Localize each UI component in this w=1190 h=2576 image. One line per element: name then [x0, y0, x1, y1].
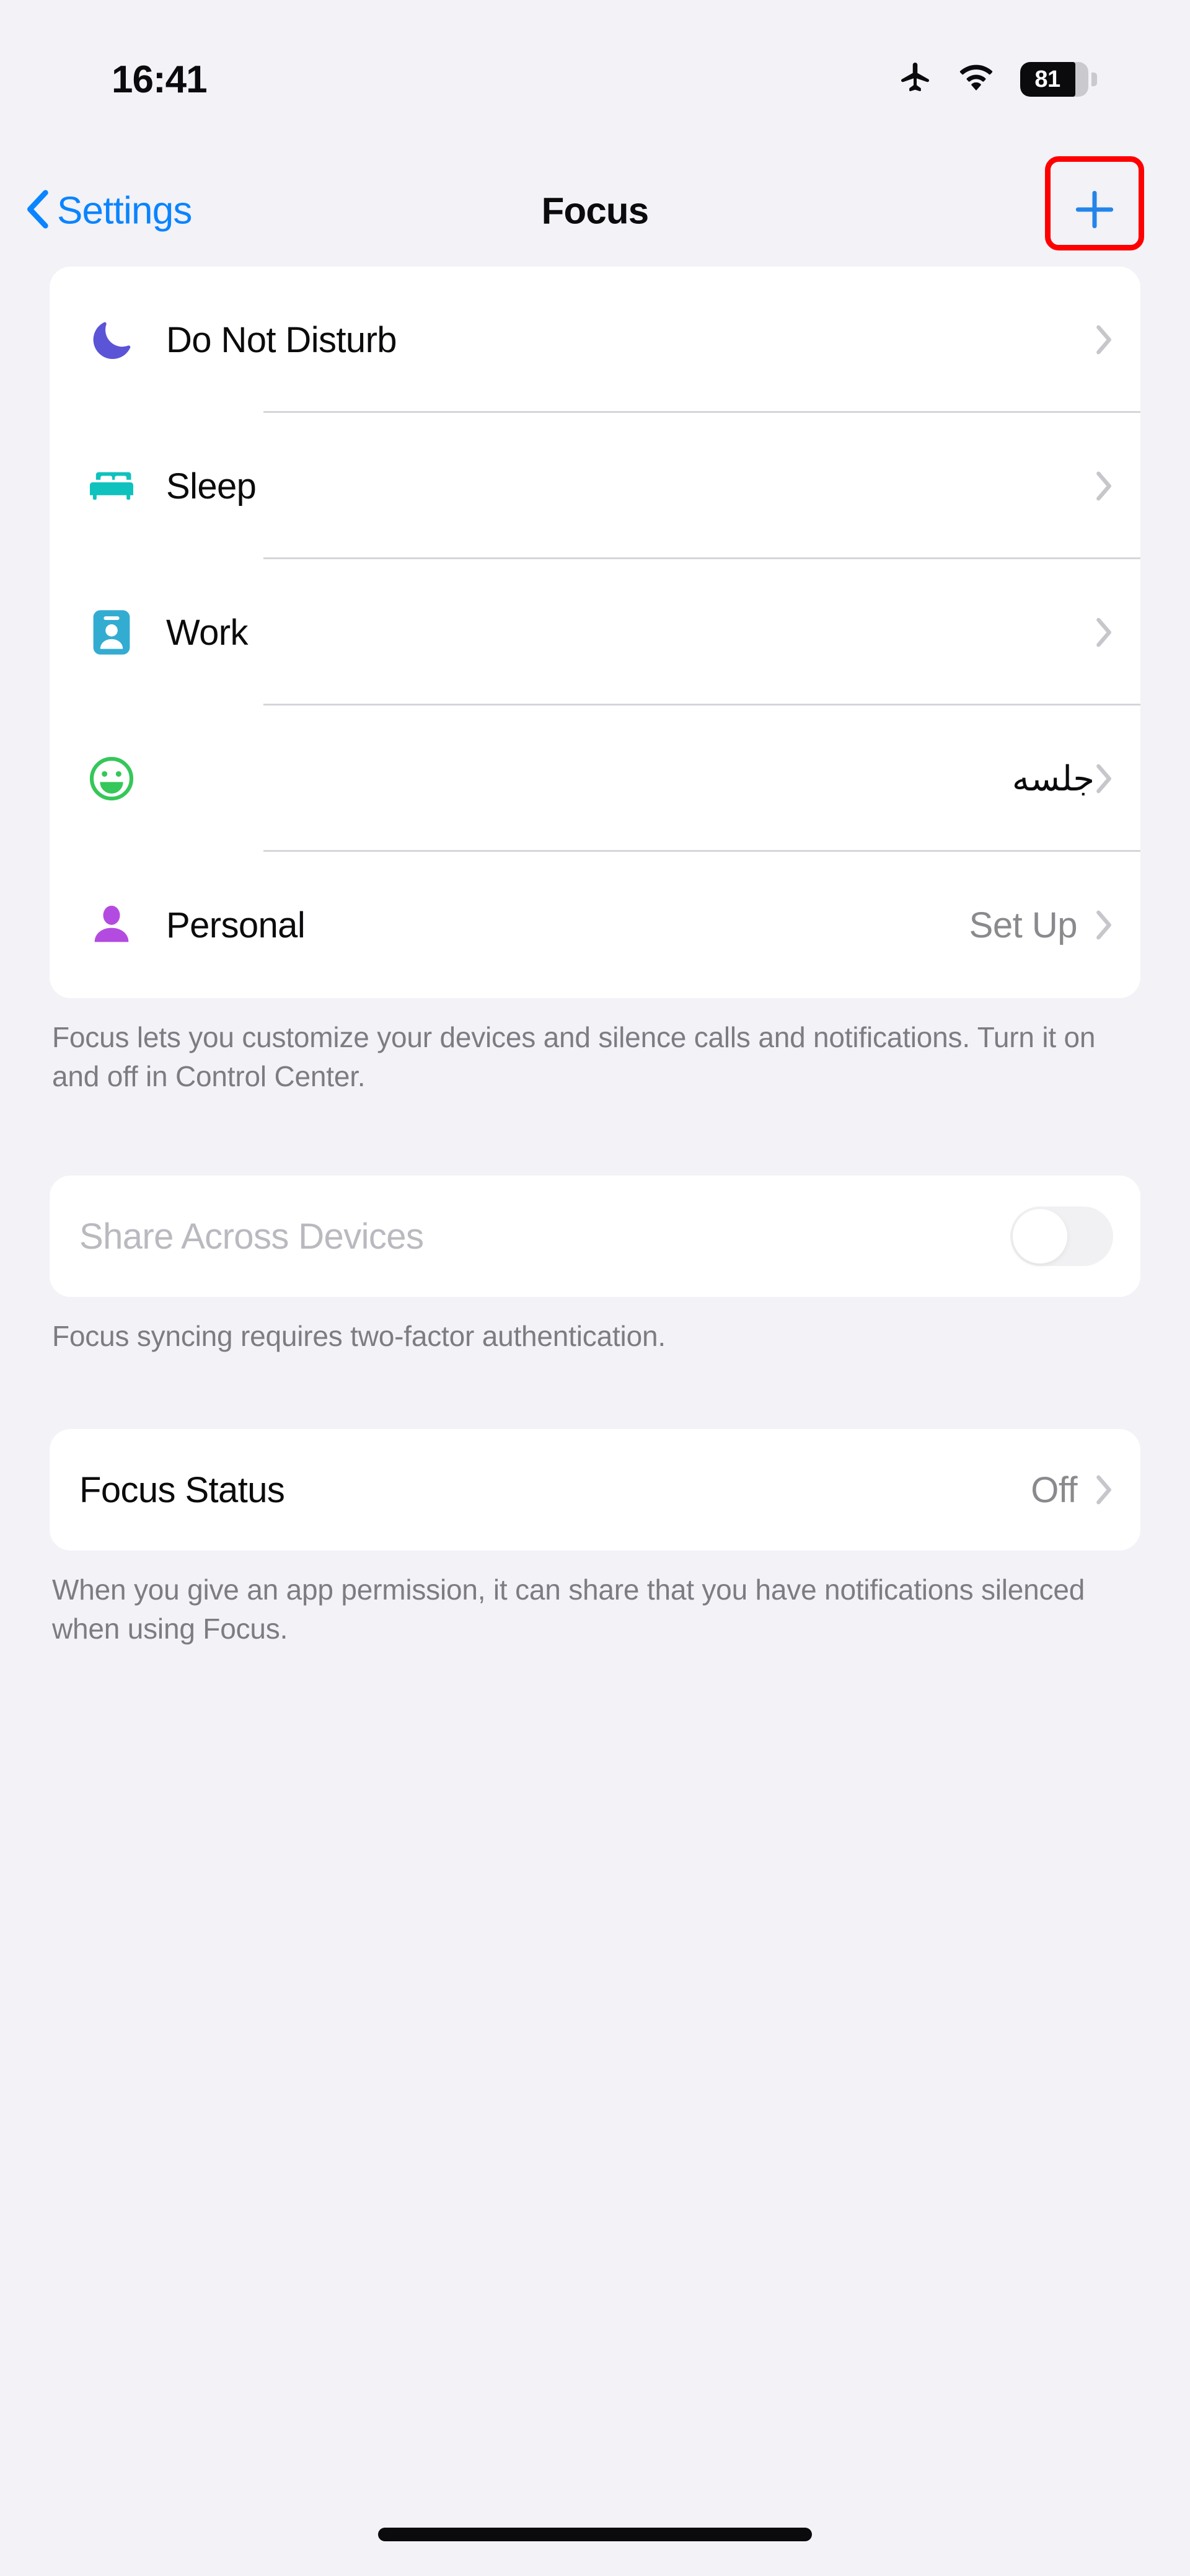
- focus-row-jalase[interactable]: جلسه: [50, 706, 1140, 852]
- focus-row-label: Work: [166, 612, 248, 653]
- navigation-bar: Settings Focus: [0, 155, 1190, 267]
- focus-row-label: Do Not Disturb: [166, 319, 397, 360]
- focus-status-value: Off: [1031, 1469, 1077, 1510]
- iphone-screen: 16:41 81 Settings Focus Do Not Disturb S…: [0, 0, 1190, 2576]
- status-bar-time: 16:41: [112, 58, 208, 101]
- share-across-devices-card: Share Across Devices: [50, 1175, 1140, 1298]
- person-icon: [79, 900, 144, 950]
- focus-row-label: Personal: [166, 905, 306, 945]
- chevron-right-icon: [1095, 324, 1113, 356]
- bed-icon: [79, 460, 144, 512]
- plus-icon: [1070, 185, 1119, 237]
- airplane-mode-icon: [895, 60, 932, 100]
- focus-status-footnote: When you give an app permission, it can …: [52, 1573, 1085, 1645]
- moon-icon: [79, 316, 144, 364]
- add-focus-button[interactable]: [1052, 171, 1137, 250]
- settings-content: Do Not Disturb Sleep Work جلسه Personal …: [0, 267, 1190, 1649]
- back-button-label: Settings: [57, 189, 192, 232]
- page-title: Focus: [541, 190, 650, 232]
- wifi-icon: [957, 63, 995, 96]
- focus-row-label: جلسه: [1011, 759, 1095, 798]
- share-across-devices-footnote: Focus syncing requires two-factor authen…: [52, 1320, 666, 1353]
- home-indicator[interactable]: [378, 2528, 812, 2541]
- focus-modes-card: Do Not Disturb Sleep Work جلسه Personal …: [50, 267, 1140, 998]
- focus-row-label: Sleep: [166, 466, 257, 507]
- focus-status-row[interactable]: Focus Status Off: [50, 1429, 1140, 1551]
- chevron-right-icon: [1095, 470, 1113, 502]
- toggle-knob: [1013, 1209, 1067, 1264]
- focus-status-card: Focus Status Off: [50, 1429, 1140, 1551]
- focus-row-do-not-disturb[interactable]: Do Not Disturb: [50, 267, 1140, 413]
- share-across-devices-label: Share Across Devices: [79, 1216, 424, 1257]
- share-across-devices-row[interactable]: Share Across Devices: [50, 1175, 1140, 1297]
- share-across-devices-toggle[interactable]: [1010, 1206, 1113, 1267]
- battery-nub: [1091, 73, 1097, 86]
- focus-row-sleep[interactable]: Sleep: [50, 413, 1140, 559]
- back-button[interactable]: Settings: [25, 188, 192, 234]
- focus-row-value: Set Up: [969, 905, 1078, 945]
- battery-body: 81: [1020, 62, 1088, 97]
- chevron-right-icon: [1095, 763, 1113, 795]
- battery-indicator: 81: [1020, 62, 1097, 97]
- chevron-right-icon: [1095, 909, 1113, 941]
- status-bar-icons: 81: [895, 60, 1097, 100]
- focus-row-work[interactable]: Work: [50, 559, 1140, 706]
- chevron-left-icon: [25, 188, 50, 234]
- focus-row-personal[interactable]: Personal Set Up: [50, 852, 1140, 998]
- smiley-face-icon: [79, 754, 144, 803]
- battery-percent-label: 81: [1034, 66, 1060, 92]
- focus-status-label: Focus Status: [79, 1469, 285, 1510]
- chevron-right-icon: [1095, 1474, 1113, 1506]
- chevron-right-icon: [1095, 616, 1113, 648]
- focus-list-footnote: Focus lets you customize your devices an…: [52, 1021, 1096, 1093]
- status-bar: 16:41 81: [0, 0, 1190, 143]
- id-badge-icon: [79, 606, 144, 658]
